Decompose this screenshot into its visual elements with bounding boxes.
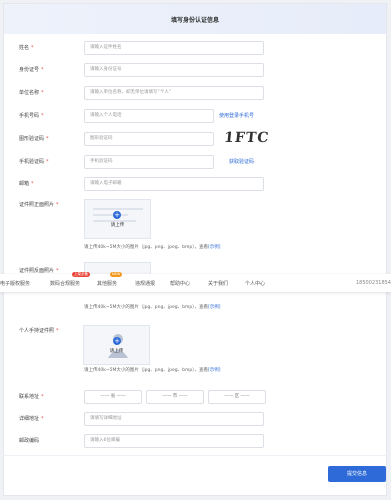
id-front-upload[interactable]: + 请上传 (84, 199, 151, 239)
detail-address-row: 详细地址 * 请填写详细地址 (4, 412, 386, 426)
upload-label: 请上传 (109, 349, 124, 354)
person-icon (108, 334, 128, 358)
nav-item-copyright[interactable]: 电子版权服务 (0, 280, 30, 287)
plus-icon: + (113, 211, 121, 219)
email-input[interactable]: 请输入电子邮箱 (84, 177, 264, 191)
address-label: 联系地址 * (19, 394, 44, 400)
phone-input[interactable]: 请输入个人电话 (84, 109, 214, 123)
id-front-example-link[interactable]: [示例] (208, 245, 221, 250)
sms-row: 手机验证码 * 手机验证码 获取验证码 (4, 155, 386, 169)
nav-item-violation[interactable]: 违规通报 (135, 280, 155, 287)
district-select[interactable]: —— 区 —— (208, 390, 266, 404)
captcha-input[interactable]: 图形验证码 (84, 132, 214, 146)
email-row: 邮箱 * 请输入电子邮箱 (4, 177, 386, 191)
city-select[interactable]: —— 市 —— (146, 390, 204, 404)
nav-item-personal[interactable]: 个人中心 (245, 280, 265, 287)
id-front-hint: 请上传40k~5M大小的图片（jpg、png、jpeg、bmp），查看[示例] (84, 245, 221, 250)
nav-item-help[interactable]: 帮助中心 (170, 280, 190, 287)
divider (3, 455, 387, 456)
postcode-input[interactable]: 请输入6位邮编 (84, 434, 264, 448)
nav-item-other[interactable]: 其他服务 (97, 280, 117, 287)
nav-item-compliance[interactable]: 数码合规服务 (50, 280, 80, 287)
name-label: 姓名 * (19, 45, 34, 51)
postcode-row: 邮政编码 请输入6位邮编 (4, 434, 386, 448)
address-row: 联系地址 * —— 省 —— —— 市 —— —— 区 —— (4, 390, 386, 404)
id-back-label: 证件照反面照片 * (19, 268, 59, 274)
phone-row: 手机号码 * 请输入个人电话 使用登录手机号 (4, 109, 386, 123)
captcha-label: 图形验证码 * (19, 136, 49, 142)
email-label: 邮箱 * (19, 181, 34, 187)
get-sms-code-link[interactable]: 获取验证码 (229, 158, 254, 165)
detail-address-input[interactable]: 请填写详细地址 (84, 412, 264, 426)
id-number-input[interactable]: 请输入身份证号 (84, 63, 264, 77)
phone-number: 18500231854 (356, 280, 391, 286)
id-back-example-link[interactable]: [示例] (208, 305, 221, 310)
name-input[interactable]: 请输入证件姓名 (84, 41, 264, 55)
captcha-row: 图形验证码 * 图形验证码 1FTC (4, 130, 386, 148)
name-row: 姓名 * 请输入证件姓名 (4, 41, 386, 55)
upgrade-badge: 上架必备 (72, 272, 90, 277)
id-front-label: 证件照正面照片 * (19, 202, 59, 208)
handheld-upload[interactable]: + 请上传 (83, 325, 150, 365)
handheld-hint: 请上传40k~5M大小的图片（jpg、png、jpeg、bmp），查看[示例] (84, 368, 221, 373)
id-back-hint: 请上传40k~5M大小的图片（jpg、png、jpeg、bmp），查看[示例] (84, 305, 221, 310)
use-login-phone-link[interactable]: 使用登录手机号 (219, 112, 254, 119)
page-title: 填写身份认证信息 (4, 4, 386, 34)
sms-input[interactable]: 手机验证码 (84, 155, 214, 169)
detail-address-label: 详细地址 * (19, 416, 44, 422)
id-number-label: 身份证号 * (19, 67, 44, 73)
phone-label: 手机号码 * (19, 113, 44, 119)
captcha-image[interactable]: 1FTC (223, 130, 270, 148)
id-number-row: 身份证号 * 请输入身份证号 (4, 63, 386, 77)
upload-label: 请上传 (110, 223, 125, 228)
company-row: 单位名称 * 请输入单位名称，如无单位请填写“个人” (4, 86, 386, 100)
handheld-example-link[interactable]: [示例] (208, 368, 221, 373)
handheld-label: 个人手持证件照 * (19, 328, 59, 334)
nav-item-about[interactable]: 关于我们 (208, 280, 228, 287)
province-select[interactable]: —— 省 —— (84, 390, 142, 404)
company-label: 单位名称 * (19, 90, 44, 96)
top-nav-bar: 电子版权服务 数码合规服务 上架必备 其他服务 NEW 违规通报 帮助中心 关于… (0, 272, 391, 292)
company-input[interactable]: 请输入单位名称，如无单位请填写“个人” (84, 86, 264, 100)
plus-icon: + (113, 337, 121, 345)
identity-form-card: 填写身份认证信息 姓名 * 请输入证件姓名 身份证号 * 请输入身份证号 单位名称 *… (3, 3, 387, 496)
submit-button[interactable]: 提交信息 (328, 466, 386, 482)
new-badge: NEW (110, 272, 123, 277)
sms-label: 手机验证码 * (19, 159, 49, 165)
postcode-label: 邮政编码 (19, 438, 40, 444)
